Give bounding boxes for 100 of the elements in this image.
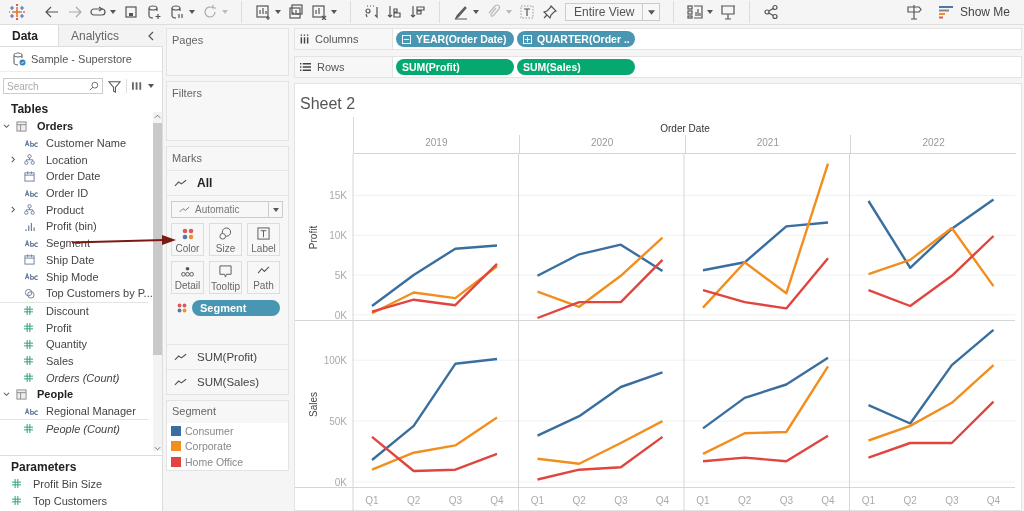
size-button[interactable]: Size: [209, 223, 242, 256]
pen-icon[interactable]: [453, 4, 469, 20]
legend-title: Segment: [172, 405, 217, 417]
presentation-icon[interactable]: [720, 4, 737, 20]
line-chart-icon: [174, 378, 187, 386]
field-name[interactable]: Order Date: [46, 170, 101, 183]
mark-type-dropdown[interactable]: Automatic: [171, 201, 283, 218]
tooltip-icon: [219, 265, 232, 279]
size-icon: [219, 227, 232, 241]
label-icon[interactable]: [519, 4, 535, 20]
hash-icon: [12, 479, 21, 489]
chevron-icon[interactable]: [3, 122, 10, 130]
signpost-icon[interactable]: [905, 4, 922, 20]
line-chart-icon: [179, 206, 190, 213]
logo-icon[interactable]: [9, 4, 25, 20]
field-name[interactable]: Product: [46, 203, 84, 216]
field-name[interactable]: Profit: [46, 321, 72, 334]
caret-icon[interactable]: [473, 10, 479, 14]
columns-icon[interactable]: [132, 81, 143, 91]
parameter-name[interactable]: Top Customers: [33, 494, 107, 507]
filter-icon[interactable]: [108, 79, 121, 93]
field-name[interactable]: Order ID: [46, 187, 89, 200]
axis-tick-label: Q4: [986, 495, 1001, 506]
paperclip-icon[interactable]: [486, 4, 502, 20]
chart-type-icon[interactable]: [687, 4, 704, 20]
scrollbar[interactable]: [152, 112, 162, 451]
share-icon[interactable]: [763, 4, 780, 20]
add-data-icon[interactable]: [146, 4, 162, 20]
columns-icon: [300, 34, 309, 44]
color-button[interactable]: Color: [171, 223, 204, 256]
shelf-label: Columns: [315, 33, 359, 45]
chevron-icon[interactable]: [10, 156, 17, 164]
field-name[interactable]: Ship Date: [46, 253, 95, 266]
table-name[interactable]: People: [37, 388, 74, 401]
caret-icon[interactable]: [148, 84, 154, 88]
legend-label[interactable]: Corporate: [185, 440, 232, 453]
pin-icon[interactable]: [542, 4, 558, 20]
section-heading: Parameters: [10, 458, 78, 476]
field-name[interactable]: Sales: [46, 354, 74, 367]
tooltip-button[interactable]: Tooltip: [209, 261, 242, 294]
field-name[interactable]: Ship Mode: [46, 270, 99, 283]
caret-icon[interactable]: [707, 10, 714, 14]
axis-tick-label: Q2: [903, 495, 917, 506]
hierarchy-icon: [24, 204, 35, 216]
axis-tick-label: Q3: [779, 495, 793, 506]
caret-icon[interactable]: [110, 10, 116, 14]
legend-label[interactable]: Home Office: [185, 455, 244, 468]
legend-label[interactable]: Consumer: [185, 424, 234, 437]
field-name[interactable]: Discount: [46, 304, 89, 317]
field-name[interactable]: Quantity: [46, 338, 87, 351]
caret-icon[interactable]: [189, 10, 195, 14]
drill-icon[interactable]: [523, 34, 532, 44]
hash-icon: [24, 339, 33, 349]
back-icon[interactable]: [44, 4, 60, 20]
axis-tick-label: 50K: [329, 416, 347, 428]
pane-tab[interactable]: Analytics: [58, 25, 166, 46]
caret-icon[interactable]: [331, 10, 337, 14]
search-field[interactable]: Search: [3, 78, 103, 94]
label-button[interactable]: Label: [247, 223, 280, 256]
field-name[interactable]: Top Customers by P...: [46, 287, 153, 300]
fit-dropdown[interactable]: Entire View: [565, 3, 661, 21]
path-button[interactable]: Path: [247, 261, 280, 294]
axis-tick-label: Q3: [614, 495, 628, 506]
data-source-icon: [12, 52, 26, 66]
hash-icon: [24, 424, 33, 434]
sort-descending-icon[interactable]: [410, 4, 426, 20]
axis-tick-label: Q2: [407, 495, 421, 506]
save-icon[interactable]: [123, 4, 139, 20]
calendar-icon: [24, 254, 35, 266]
data-source-name[interactable]: Sample - Superstore: [31, 53, 132, 65]
marks-layer-label[interactable]: SUM(Sales): [197, 376, 259, 388]
swap-icon[interactable]: [364, 4, 380, 20]
field-name[interactable]: Regional Manager: [46, 405, 136, 418]
text-type-icon: [24, 239, 39, 247]
field-name[interactable]: Profit (bin): [46, 220, 97, 233]
show-me-button[interactable]: Show Me: [934, 5, 1014, 19]
scroll-up-icon[interactable]: [154, 114, 162, 119]
line-chart-icon: [174, 179, 187, 187]
caret-icon[interactable]: [275, 10, 281, 14]
field-name[interactable]: People (Count): [46, 422, 120, 435]
table-name[interactable]: Orders: [37, 120, 74, 133]
chevron-icon[interactable]: [3, 390, 10, 398]
column-header: Order Date: [659, 123, 711, 135]
duplicate-icon[interactable]: [288, 4, 304, 20]
axis-tick-label: Q1: [530, 495, 545, 506]
marks-layer-label[interactable]: All: [197, 176, 213, 190]
field-name[interactable]: Customer Name: [46, 137, 127, 150]
marks-layer-label[interactable]: SUM(Profit): [197, 351, 258, 363]
detail-button[interactable]: Detail: [171, 261, 204, 294]
clear-sheet-icon[interactable]: [311, 4, 327, 20]
drill-icon[interactable]: [402, 34, 411, 44]
table-icon: [16, 388, 27, 400]
field-name[interactable]: Location: [46, 153, 88, 166]
sort-ascending-icon[interactable]: [387, 4, 403, 20]
parameter-name[interactable]: Profit Bin Size: [33, 477, 103, 490]
collapse-icon[interactable]: [148, 30, 154, 41]
pause-data-icon[interactable]: [169, 4, 185, 20]
field-name[interactable]: Orders (Count): [46, 371, 120, 384]
chevron-icon[interactable]: [10, 206, 17, 214]
new-sheet-icon[interactable]: [255, 4, 271, 20]
